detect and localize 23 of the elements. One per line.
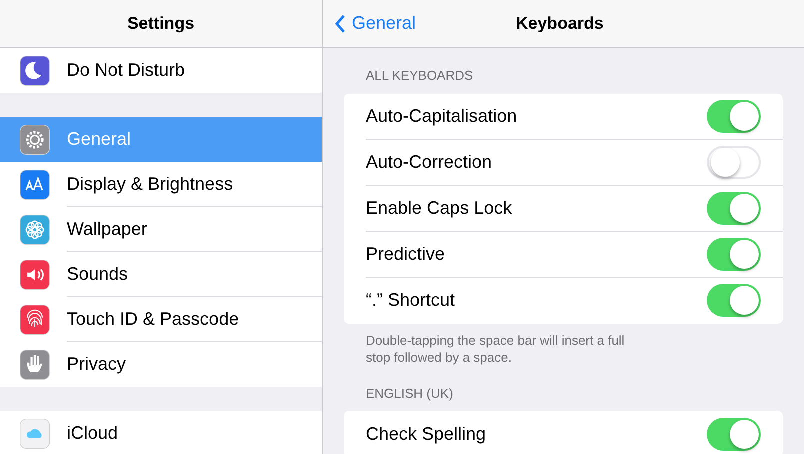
setting-label: Enable Caps Lock [366,196,514,220]
setting-label: Auto-Correction [366,150,494,174]
setting-label: “.” Shortcut [366,289,456,312]
section-heading: ENGLISH (UK) [365,384,454,403]
toggle-switch[interactable] [707,146,761,178]
back-button[interactable]: General [323,10,416,37]
toggle-switch[interactable] [707,192,761,224]
toggle-switch[interactable] [707,238,761,270]
section-heading: ALL KEYBOARDS [365,67,474,85]
toggle-switch[interactable] [707,284,761,317]
sidebar-title: Settings [127,12,195,35]
sidebar-item-label: General [67,128,132,151]
setting-label: Auto-Capitalisation [366,104,518,128]
toggle-switch[interactable] [707,418,761,450]
toggle-switch[interactable] [707,100,761,132]
page-title: Keyboards [516,12,604,35]
section-footer: Double-tapping the space bar will insert a full stop followed by a space. [344,324,634,366]
sidebar-item-label: Do Not Disturb [67,59,186,82]
setting-label: Check Spelling [366,422,488,446]
setting-label: Predictive [366,242,446,266]
chevron-left-icon [335,14,346,34]
sidebar-item-label: iCloud [67,422,120,445]
sidebar-item-label: Privacy [67,353,128,376]
